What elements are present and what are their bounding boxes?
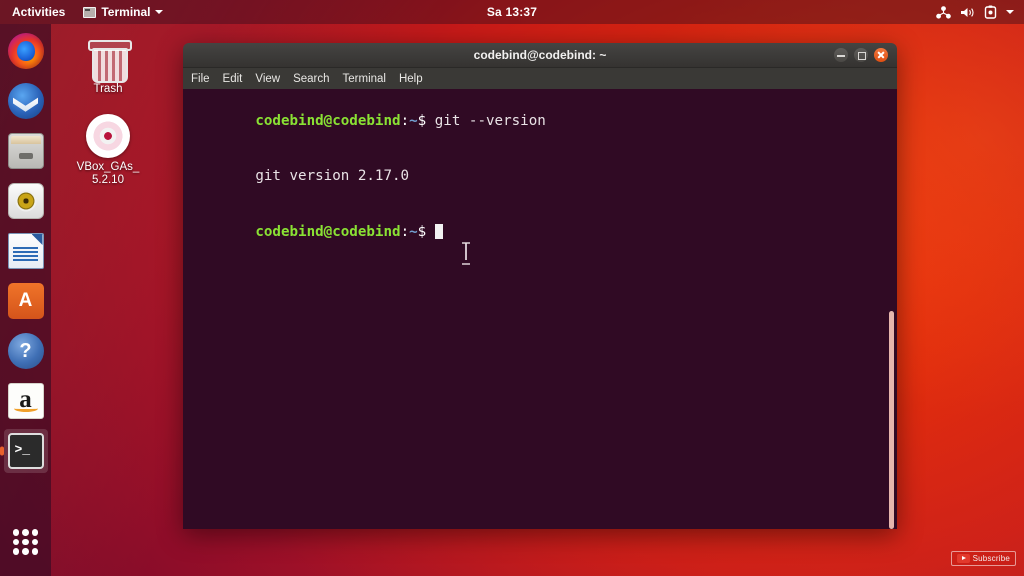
subscribe-label: Subscribe <box>972 554 1010 563</box>
desktop-icon-vbox-label-line1: VBox_GAs_ <box>76 161 140 173</box>
dock-item-files[interactable] <box>4 129 48 173</box>
terminal-menubar: File Edit View Search Terminal Help <box>183 68 897 89</box>
thunderbird-icon <box>7 83 44 119</box>
clock[interactable]: Sa 13:37 <box>0 5 1024 19</box>
cd-disc-icon <box>62 106 154 158</box>
menu-edit[interactable]: Edit <box>223 73 243 85</box>
close-button[interactable] <box>874 48 888 62</box>
dock-item-rhythmbox[interactable] <box>4 179 48 223</box>
terminal-line: codebind@codebind:~$ <box>187 204 897 260</box>
terminal-window[interactable]: codebind@codebind: ~ File Edit View Sear… <box>183 43 897 529</box>
help-icon <box>7 333 44 369</box>
libreoffice-writer-icon <box>7 233 44 269</box>
dock-item-amazon[interactable] <box>4 379 48 423</box>
youtube-play-icon <box>956 554 970 563</box>
desktop-icon-vbox-label-line2: 5.2.10 <box>92 174 124 186</box>
trash-icon <box>62 28 154 83</box>
text-cursor <box>434 223 443 239</box>
prompt-path: ~ <box>409 223 418 240</box>
top-bar: Activities Terminal Sa 13:37 <box>0 0 1024 24</box>
prompt-dollar: $ <box>417 223 435 240</box>
prompt-colon: : <box>400 223 410 240</box>
menu-view[interactable]: View <box>255 73 280 85</box>
dock-item-terminal[interactable] <box>3 429 48 473</box>
terminal-scrollbar[interactable] <box>889 311 894 529</box>
firefox-icon <box>7 33 44 69</box>
rhythmbox-icon <box>7 183 44 219</box>
files-icon <box>7 133 44 169</box>
dock-item-thunderbird[interactable] <box>4 79 48 123</box>
menu-file[interactable]: File <box>191 73 210 85</box>
prompt-colon: : <box>400 112 410 129</box>
maximize-button[interactable] <box>854 48 868 62</box>
terminal-line: codebind@codebind:~$ git --version <box>187 93 897 149</box>
terminal-line: git version 2.17.0 <box>187 149 897 205</box>
prompt-path: ~ <box>409 112 418 129</box>
terminal-output-area[interactable]: codebind@codebind:~$ git --version git v… <box>183 89 897 529</box>
ubuntu-software-icon <box>7 283 44 319</box>
subscribe-watermark[interactable]: Subscribe <box>950 551 1016 566</box>
desktop-icon-trash[interactable]: Trash <box>62 28 154 96</box>
desktop-icon-trash-label: Trash <box>93 83 123 95</box>
terminal-icon <box>7 433 44 469</box>
dock-item-firefox[interactable] <box>4 29 48 73</box>
terminal-title: codebind@codebind: ~ <box>473 48 607 62</box>
dock-item-software[interactable] <box>4 279 48 323</box>
grid-icon <box>12 529 39 555</box>
menu-help[interactable]: Help <box>399 73 423 85</box>
amazon-icon <box>7 381 44 419</box>
terminal-output-text: git version 2.17.0 <box>255 168 410 184</box>
prompt-user: codebind@codebind <box>255 223 401 240</box>
dock-item-writer[interactable] <box>4 229 48 273</box>
dock-item-help[interactable] <box>4 329 48 373</box>
dock <box>0 24 51 576</box>
show-applications-button[interactable] <box>4 520 48 564</box>
terminal-command: git --version <box>434 112 546 129</box>
desktop-icon-vbox-guest-additions[interactable]: VBox_GAs_ 5.2.10 <box>62 106 154 187</box>
ubuntu-desktop: Activities Terminal Sa 13:37 A ? a >_ Tr… <box>0 0 1024 576</box>
prompt-user: codebind@codebind <box>255 112 401 129</box>
prompt-dollar: $ <box>417 112 435 129</box>
minimize-button[interactable] <box>834 48 848 62</box>
terminal-titlebar[interactable]: codebind@codebind: ~ <box>183 43 897 68</box>
menu-search[interactable]: Search <box>293 73 329 85</box>
menu-terminal[interactable]: Terminal <box>343 73 386 85</box>
